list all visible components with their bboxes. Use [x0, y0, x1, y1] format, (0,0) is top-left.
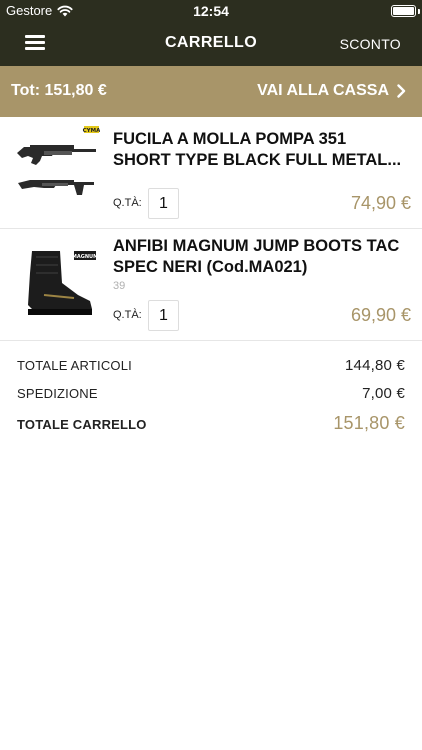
chevron-right-icon	[397, 84, 406, 98]
product-name-line: SPEC NERI (Cod.MA021)	[113, 258, 308, 276]
summary-shipping-value: 7,00 €	[362, 385, 405, 402]
svg-text:MAGNUM: MAGNUM	[72, 254, 98, 260]
product-name-line: FUCILA A MOLLA POMPA 351	[113, 130, 347, 148]
checkout-button[interactable]: VAI ALLA CASSA	[257, 82, 406, 100]
product-name[interactable]: ANFIBI MAGNUM JUMP BOOTS TAC SPEC NERI (…	[113, 236, 413, 278]
svg-text:CYMA: CYMA	[83, 128, 100, 134]
summary-items-row: TOTALE ARTICOLI 144,80 €	[17, 357, 405, 374]
summary-items-label: TOTALE ARTICOLI	[17, 358, 132, 373]
status-time: 12:54	[193, 3, 229, 19]
status-bar: Gestore 12:54	[0, 0, 422, 22]
product-price: 74,90 €	[350, 193, 411, 213]
quantity-label: Q.TÀ:	[113, 197, 142, 209]
summary-total-label: TOTALE CARRELLO	[17, 417, 147, 432]
battery-icon	[391, 5, 416, 17]
summary-items-value: 144,80 €	[345, 357, 405, 374]
product-name-line: SHORT TYPE BLACK FULL METAL...	[113, 151, 402, 169]
summary-shipping-row: SPEDIZIONE 7,00 €	[17, 385, 405, 402]
boot-product-image[interactable]: MAGNUM	[14, 243, 100, 329]
summary-shipping-label: SPEDIZIONE	[17, 386, 98, 401]
checkout-button-label: VAI ALLA CASSA	[257, 82, 389, 99]
checkout-total: Tot: 151,80 €	[11, 82, 107, 99]
quantity-field[interactable]: 1	[148, 300, 179, 331]
shotgun-product-image[interactable]: CYMA	[14, 125, 100, 211]
product-size: 39	[113, 280, 126, 292]
summary-total-row: TOTALE CARRELLO 151,80 €	[17, 413, 405, 434]
battery-tip	[418, 9, 420, 14]
cart-summary: TOTALE ARTICOLI 144,80 € SPEDIZIONE 7,00…	[0, 341, 422, 441]
discount-button[interactable]: SCONTO	[340, 36, 401, 52]
checkout-bar: Tot: 151,80 € VAI ALLA CASSA	[0, 66, 422, 117]
cart-item: MAGNUM ANFIBI MAGNUM JUMP BOOTS TAC SPEC…	[0, 229, 422, 341]
product-price: 69,90 €	[350, 305, 411, 325]
nav-bar: CARRELLO SCONTO	[0, 22, 422, 66]
cart-item: CYMA FUCILA A MOLLA POMPA 351 SHORT TYPE…	[0, 117, 422, 229]
product-name[interactable]: FUCILA A MOLLA POMPA 351 SHORT TYPE BLAC…	[113, 129, 413, 171]
quantity-label: Q.TÀ:	[113, 309, 142, 321]
app-header: Gestore 12:54 CARRELLO SCONTO	[0, 0, 422, 66]
quantity-field[interactable]: 1	[148, 188, 179, 219]
product-name-line: ANFIBI MAGNUM JUMP BOOTS TAC	[113, 237, 400, 255]
summary-total-value: 151,80 €	[333, 413, 405, 433]
